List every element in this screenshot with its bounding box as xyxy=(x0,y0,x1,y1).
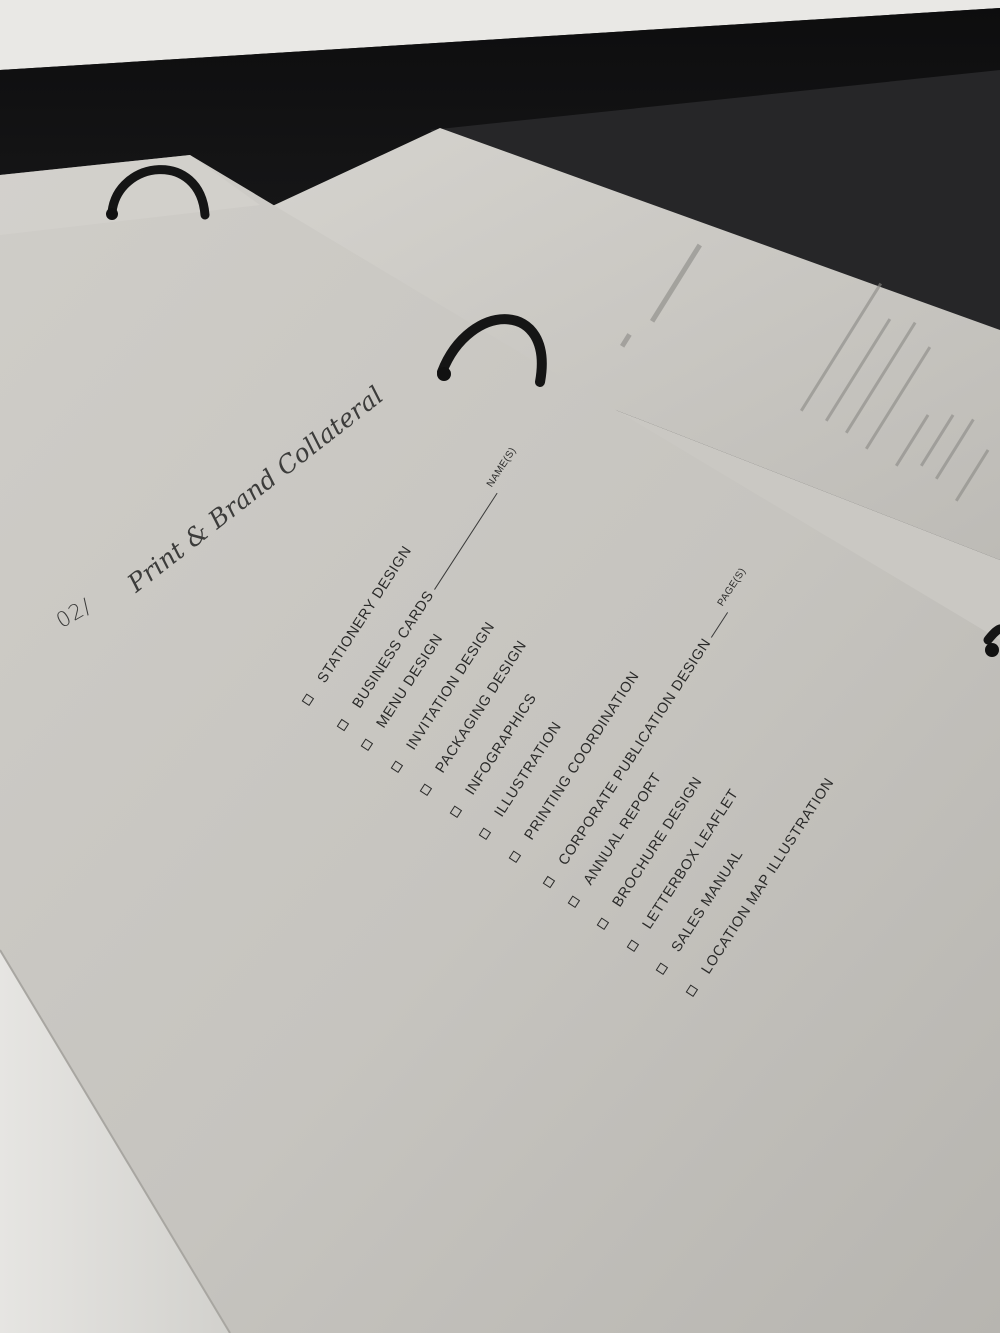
ring-hole-middle xyxy=(437,367,451,381)
ring-hole-top xyxy=(106,208,118,220)
ring-hole-right xyxy=(985,643,999,657)
scene-shapes xyxy=(0,0,1000,1333)
photo-scene: 02/ Print & Brand Collateral STATIONERY … xyxy=(0,0,1000,1333)
